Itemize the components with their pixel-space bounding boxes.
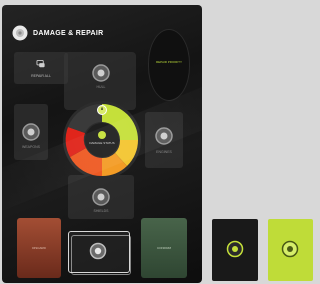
panel-title: DAMAGE & REPAIR bbox=[33, 29, 104, 37]
damage-status-wheel[interactable] bbox=[62, 100, 142, 180]
confirm-card[interactable]: CONFIRM bbox=[141, 218, 187, 278]
repair-priority-label: REPAIR PRIORITY bbox=[156, 60, 182, 64]
hull-tile[interactable]: HULL bbox=[86, 53, 116, 93]
hull-label: HULL bbox=[96, 85, 106, 89]
selected-slot[interactable] bbox=[68, 231, 131, 275]
engines-tile[interactable]: ENGINES bbox=[145, 112, 183, 168]
gear-icon bbox=[12, 25, 28, 41]
shields-gear-icon bbox=[92, 188, 110, 206]
hull-gear-icon bbox=[92, 64, 110, 82]
panel-header: DAMAGE & REPAIR bbox=[12, 24, 103, 42]
shields-tile[interactable]: SHIELDS bbox=[68, 175, 134, 219]
discard-card[interactable]: DISCARD bbox=[17, 218, 61, 278]
button-normal-state[interactable] bbox=[212, 219, 258, 281]
weapons-label: WEAPONS bbox=[22, 145, 40, 149]
wheel-center-label: DAMAGE STATUS bbox=[89, 141, 115, 145]
chat-icon bbox=[36, 60, 45, 68]
shields-label: SHIELDS bbox=[93, 209, 109, 213]
normal-gear-icon bbox=[226, 240, 244, 258]
button-hover-state[interactable] bbox=[268, 219, 313, 281]
selected-gear-icon bbox=[89, 242, 107, 260]
repair-all-label: REPAIR ALL bbox=[31, 74, 51, 78]
repair-priority-slot[interactable]: REPAIR PRIORITY bbox=[148, 29, 190, 101]
hover-gear-icon bbox=[281, 240, 299, 258]
weapons-tile[interactable]: WEAPONS bbox=[14, 104, 48, 160]
confirm-label: CONFIRM bbox=[157, 246, 171, 250]
engines-gear-icon bbox=[155, 127, 173, 145]
weapons-gear-icon bbox=[22, 123, 40, 141]
engines-label: ENGINES bbox=[156, 150, 172, 154]
damage-repair-panel: DAMAGE & REPAIR REPAIR PRIORITY REPAIR A… bbox=[2, 5, 202, 283]
discard-label: DISCARD bbox=[32, 246, 46, 250]
repair-all-tile[interactable]: REPAIR ALL bbox=[14, 52, 68, 84]
wheel-value: 8 bbox=[100, 106, 104, 111]
